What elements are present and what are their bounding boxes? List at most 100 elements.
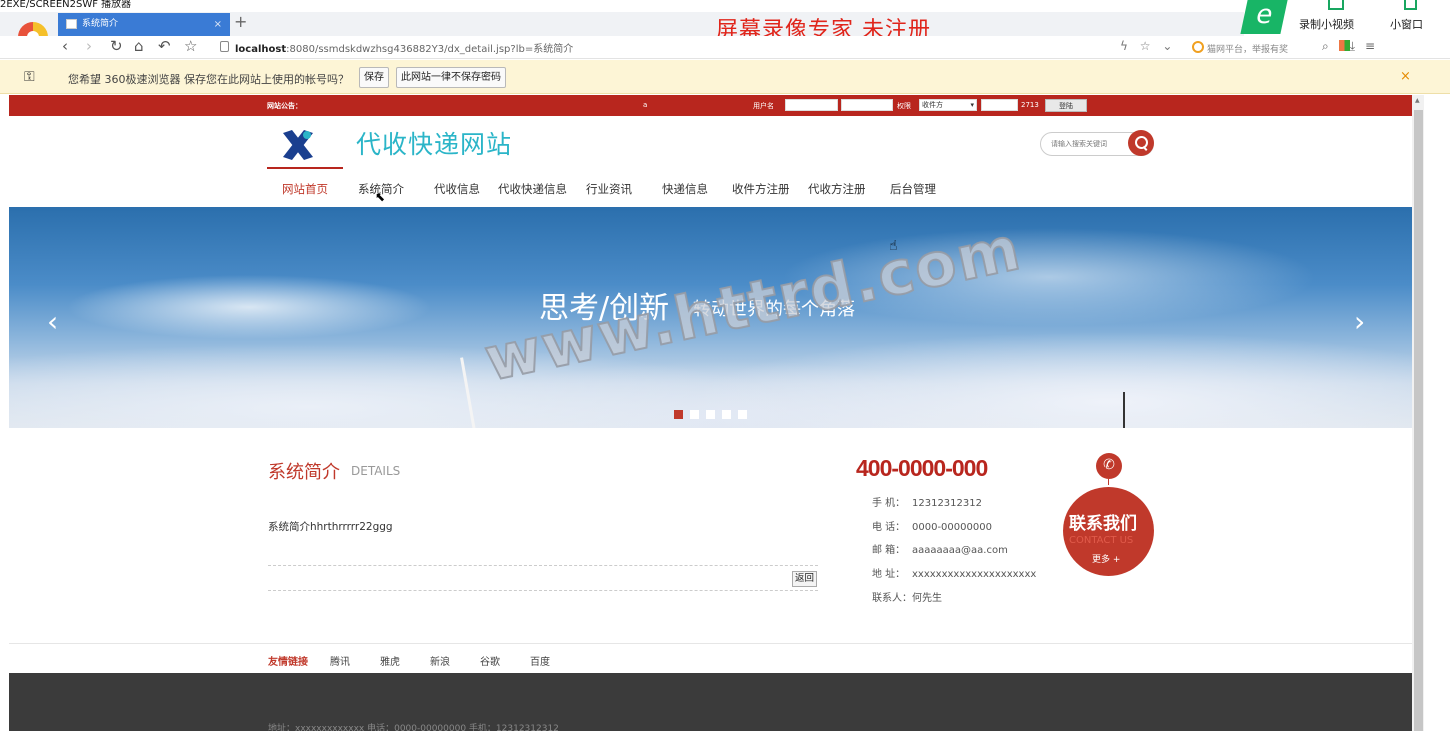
captcha-code: 2713 xyxy=(1021,101,1039,109)
nav-industry-news[interactable]: 行业资讯 xyxy=(586,181,632,197)
dropdown-icon[interactable]: ⌄ xyxy=(1162,39,1172,53)
reload-icon[interactable]: ↻ xyxy=(110,37,123,55)
browser-e-icon[interactable]: e xyxy=(1240,0,1288,34)
nav-admin[interactable]: 后台管理 xyxy=(890,181,936,197)
friend-link[interactable]: 百度 xyxy=(530,653,550,668)
password-save-bar: ⚿ 您希望 360极速浏览器 保存您在此网站上使用的帐号吗？ 保存 此网站一律不… xyxy=(0,60,1450,94)
back-icon[interactable]: ‹ xyxy=(62,37,68,55)
carousel-dot[interactable] xyxy=(690,410,699,419)
forward-icon[interactable]: › xyxy=(86,37,92,55)
scrollbar-thumb[interactable] xyxy=(1414,110,1423,731)
friend-link[interactable]: 谷歌 xyxy=(480,653,500,668)
contact-label: 地 址： xyxy=(872,569,906,580)
banner-carousel[interactable]: 思考/创新 转动世界的每个角落 ‹ › www.httrd.com xyxy=(9,207,1412,428)
tab-close-icon[interactable]: × xyxy=(214,13,222,36)
contact-label: 联系人： xyxy=(872,593,912,604)
phone-icon: ✆ xyxy=(1096,453,1122,479)
menu-icon[interactable]: ≡ xyxy=(1365,39,1385,53)
record-video-button[interactable]: 录制小视频 xyxy=(1299,16,1354,32)
apps-icon[interactable] xyxy=(1338,40,1350,51)
never-save-button[interactable]: 此网站一律不保存密码 xyxy=(396,67,506,88)
carousel-dot[interactable] xyxy=(706,410,715,419)
content-subtitle: DETAILS xyxy=(351,464,401,478)
new-tab-button[interactable]: + xyxy=(234,12,247,31)
contact-label: 电 话： xyxy=(872,522,906,533)
contact-label: 邮 箱： xyxy=(872,545,906,556)
search-icon[interactable]: ⌕ xyxy=(1322,39,1339,53)
carousel-dots xyxy=(674,408,754,422)
username-input[interactable] xyxy=(785,99,838,111)
carousel-dot[interactable] xyxy=(674,410,683,419)
contact-more-link[interactable]: 更多 + xyxy=(1092,552,1120,565)
close-icon[interactable]: × xyxy=(1400,69,1411,84)
nav-home[interactable]: 网站首页 xyxy=(282,181,328,197)
divider xyxy=(268,565,818,566)
small-window-icon[interactable] xyxy=(1404,0,1417,10)
browser-tab[interactable]: 系统简介 × xyxy=(58,13,230,36)
url-host: localhost xyxy=(235,44,287,55)
toolbar-icons: ⌕ ⤓≡ xyxy=(1322,39,1385,54)
notice-label: 网站公告： xyxy=(267,102,302,110)
site-title: 代收快递网站 xyxy=(356,130,513,159)
contact-badge-subtitle: CONTACT US xyxy=(1069,535,1134,546)
url-field[interactable]: localhost:8080/ssmdskdwzhsg436882Y3/dx_d… xyxy=(235,40,573,55)
hotline-number: 400-0000-000 xyxy=(856,455,988,481)
contact-value: xxxxxxxxxxxxxxxxxxxxx xyxy=(912,569,1037,580)
banner-mast xyxy=(460,357,477,428)
contact-row: 邮 箱： aaaaaaaa@aa.com xyxy=(872,541,1008,556)
site-logo-icon[interactable] xyxy=(280,127,316,163)
carousel-dot[interactable] xyxy=(738,410,747,419)
username-label: 用户名 xyxy=(753,102,774,110)
login-button[interactable]: 登陆 xyxy=(1045,99,1087,112)
web-page: 网站公告： a 用户名 权限 收件方 2713 登陆 代收快递网站 请输入搜索关… xyxy=(9,95,1412,731)
home-icon[interactable]: ⌂ xyxy=(134,37,144,55)
role-label: 权限 xyxy=(897,102,911,110)
logo-underline xyxy=(267,167,343,169)
save-password-button[interactable]: 保存 xyxy=(359,67,389,88)
nav-collector-register[interactable]: 代收方注册 xyxy=(808,181,866,197)
contact-label: 手 机： xyxy=(872,498,906,509)
carousel-prev-icon[interactable]: ‹ xyxy=(47,305,58,338)
contact-value: aaaaaaaa@aa.com xyxy=(912,545,1008,556)
friend-link[interactable]: 雅虎 xyxy=(380,653,400,668)
download-icon[interactable]: ⤓ xyxy=(1350,39,1365,53)
nav-express-info[interactable]: 快递信息 xyxy=(662,181,708,197)
notice-text: a xyxy=(643,101,648,109)
captcha-input[interactable] xyxy=(981,99,1018,111)
security-icon[interactable] xyxy=(220,41,229,52)
friend-link[interactable]: 腾讯 xyxy=(330,653,350,668)
contact-value: 12312312312 xyxy=(912,498,982,509)
password-input[interactable] xyxy=(841,99,893,111)
small-window-button[interactable]: 小窗口 xyxy=(1390,16,1423,32)
site-footer: 地址：xxxxxxxxxxxxx 电话：0000-00000000 手机：123… xyxy=(9,673,1412,731)
back-button[interactable]: 返回 xyxy=(792,571,818,587)
friend-links-label: 友情链接 xyxy=(268,657,308,668)
favorite-star-icon[interactable]: ☆ xyxy=(184,37,197,55)
record-video-icon[interactable] xyxy=(1328,0,1344,10)
content-title: 系统简介 xyxy=(268,462,340,483)
key-icon: ⚿ xyxy=(24,69,35,85)
contact-badge-title: 联系我们 xyxy=(1069,514,1137,534)
bookmark-star-icon[interactable]: ☆ xyxy=(1140,39,1151,53)
password-bar-message: 您希望 360极速浏览器 保存您在此网站上使用的帐号吗？ xyxy=(68,73,349,86)
carousel-next-icon[interactable]: › xyxy=(1354,305,1365,338)
nav-collect-info[interactable]: 代收信息 xyxy=(434,181,480,197)
friend-link[interactable]: 新浪 xyxy=(430,653,450,668)
undo-icon[interactable]: ↶ xyxy=(158,37,171,55)
role-select[interactable]: 收件方 xyxy=(919,99,977,111)
mouse-cursor-icon: ⬉ xyxy=(375,190,386,204)
search-button-icon[interactable] xyxy=(1128,130,1154,156)
nav-recipient-register[interactable]: 收件方注册 xyxy=(732,181,790,197)
nav-collect-express[interactable]: 代收快递信息 xyxy=(498,181,567,197)
address-bar: ‹ › ↻ ⌂ ↶ ☆ localhost:8080/ssmdskdwzhsg4… xyxy=(0,36,1450,59)
carousel-dot[interactable] xyxy=(722,410,731,419)
lightning-icon[interactable]: ϟ xyxy=(1120,39,1128,53)
address-tools: ϟ ☆ ⌄ xyxy=(1120,39,1172,53)
recorder-panel: e 录制小视频 小窗口 xyxy=(1240,0,1450,36)
tab-title: 系统简介 xyxy=(82,19,119,29)
search-hint[interactable]: 猫网平台，举报有奖 xyxy=(1192,41,1288,55)
footer-info: 地址：xxxxxxxxxxxxx 电话：0000-00000000 手机：123… xyxy=(268,724,559,731)
contact-row: 电 话： 0000-00000000 xyxy=(872,518,992,533)
hand-cursor-icon: ☝ xyxy=(889,238,898,254)
scroll-up-icon[interactable]: ▲ xyxy=(1415,97,1420,104)
